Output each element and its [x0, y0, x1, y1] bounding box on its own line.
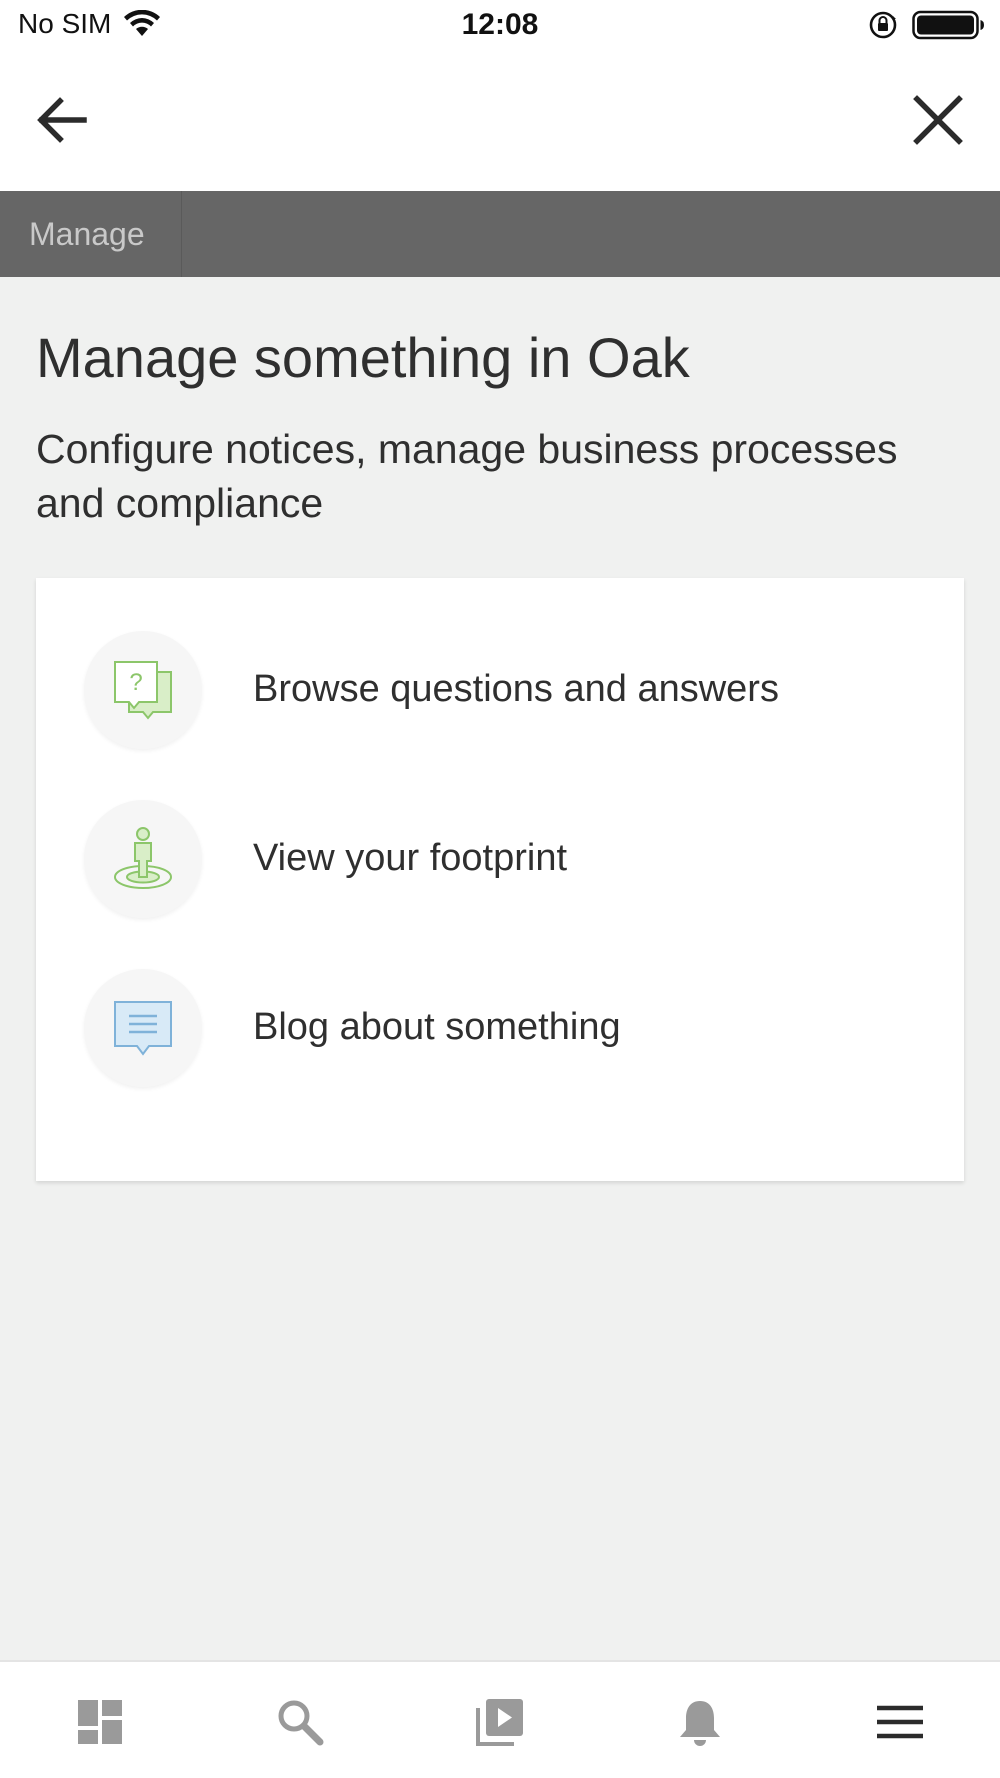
- status-right: [868, 10, 986, 40]
- arrow-left-icon: [37, 97, 87, 143]
- dashboard-icon: [78, 1700, 122, 1744]
- media-button[interactable]: [460, 1682, 540, 1762]
- close-icon: [913, 95, 963, 145]
- menu-icon: [877, 1705, 923, 1739]
- screen: No SIM 12:08 Manage Manage something in …: [0, 0, 1000, 1778]
- media-library-icon: [476, 1699, 523, 1746]
- bell-icon: [680, 1701, 720, 1746]
- person-footprint-icon: [114, 827, 172, 889]
- page-title: Manage something in Oak: [36, 326, 690, 389]
- dashboard-button[interactable]: [60, 1682, 140, 1762]
- item-label: Blog about something: [253, 1006, 621, 1048]
- tab-manage[interactable]: Manage: [0, 191, 182, 277]
- item-label: Browse questions and answers: [253, 668, 779, 710]
- search-icon: [278, 1700, 324, 1746]
- battery-icon: [912, 10, 984, 40]
- top-navigation-bar: [0, 52, 1000, 191]
- list-item-view-footprint[interactable]: View your footprint: [36, 794, 964, 924]
- question-bubbles-icon: ?: [114, 661, 172, 720]
- icon-circle: [84, 969, 202, 1087]
- icon-circle: ?: [84, 631, 202, 749]
- page-subtitle: Configure notices, manage business proce…: [36, 426, 898, 526]
- bottom-navigation-bar: [0, 1660, 1000, 1778]
- notifications-button[interactable]: [660, 1682, 740, 1762]
- actions-card: ? Browse questions and answers View your…: [36, 578, 964, 1181]
- svg-text:?: ?: [129, 669, 142, 696]
- search-button[interactable]: [260, 1682, 340, 1762]
- list-item-browse-questions[interactable]: ? Browse questions and answers: [36, 625, 964, 755]
- item-label: View your footprint: [253, 837, 568, 879]
- tab-bar: Manage: [0, 191, 1000, 277]
- status-time: 12:08: [461, 8, 539, 41]
- list-item-blog[interactable]: Blog about something: [36, 963, 964, 1093]
- blog-bubble-icon: [114, 1001, 172, 1056]
- close-button[interactable]: [906, 88, 970, 152]
- icon-circle: [84, 800, 202, 918]
- menu-button[interactable]: [860, 1682, 940, 1762]
- orientation-lock-icon: [869, 11, 897, 39]
- back-button[interactable]: [30, 88, 94, 152]
- status-bar: No SIM 12:08: [0, 0, 1000, 52]
